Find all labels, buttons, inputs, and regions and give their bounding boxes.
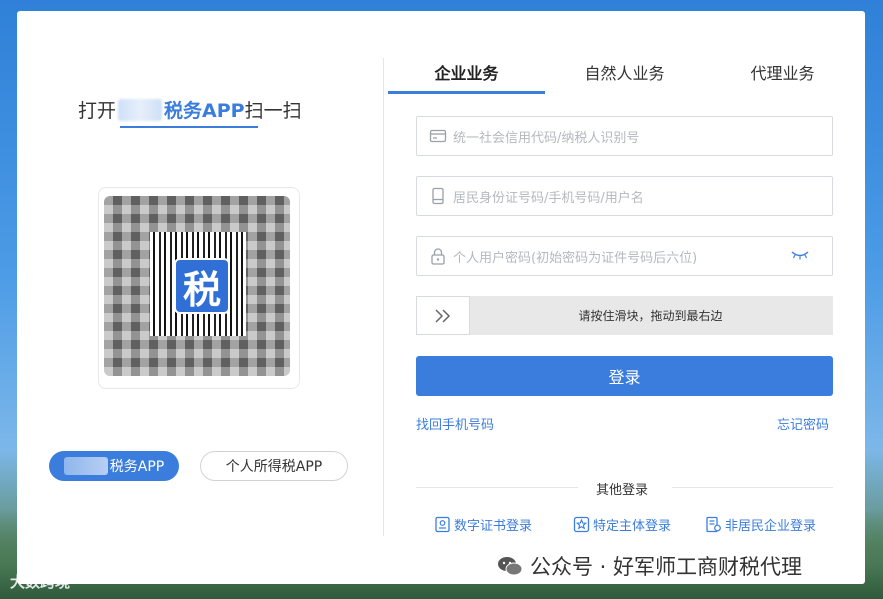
double-chevron-right-icon xyxy=(435,308,451,323)
personal-tax-app-label: 个人所得税APP xyxy=(225,459,323,475)
forgot-password-link[interactable]: 忘记密码 xyxy=(777,414,829,433)
wechat-icon xyxy=(498,557,523,576)
scan-brand: 税务APP xyxy=(164,100,245,122)
scan-prefix: 打开 xyxy=(78,100,117,122)
digital-certificate-label: 数字证书登录 xyxy=(454,519,533,534)
tax-logo-icon: 税 xyxy=(174,258,230,314)
non-resident-enterprise-login[interactable]: 非居民企业登录 xyxy=(705,515,816,534)
eye-closed-icon[interactable] xyxy=(790,249,810,261)
slider-hint: 请按住滑块，拖动到最右边 xyxy=(578,309,723,323)
star-badge-icon xyxy=(573,516,590,533)
corner-watermark: 大数跨境 xyxy=(10,573,71,591)
tab-agent[interactable]: 代理业务 xyxy=(704,60,861,88)
credit-code-input[interactable]: 统一社会信用代码/纳税人识别号 xyxy=(416,116,833,156)
other-login-divider-left xyxy=(416,487,578,488)
card-icon xyxy=(429,129,447,143)
other-login-divider-right xyxy=(672,487,833,488)
digital-certificate-login[interactable]: 数字证书登录 xyxy=(434,515,532,534)
scan-suffix: 扫一扫 xyxy=(244,100,302,122)
login-button[interactable]: 登录 xyxy=(416,356,833,396)
recover-phone-link[interactable]: 找回手机号码 xyxy=(416,414,494,433)
password-placeholder: 个人用户密码(初始密码为证件号码后六位) xyxy=(453,251,698,266)
user-id-placeholder: 居民身份证号码/手机号码/用户名 xyxy=(453,191,644,206)
enterprise-doc-icon xyxy=(706,516,721,533)
tax-app-button[interactable]: 税务APP xyxy=(49,451,179,481)
qr-code: 税 xyxy=(104,196,290,376)
phone-icon xyxy=(432,187,444,205)
specific-entity-login[interactable]: 特定主体登录 xyxy=(573,515,671,534)
other-login-title: 其他登录 xyxy=(596,483,649,498)
credit-code-placeholder: 统一社会信用代码/纳税人识别号 xyxy=(453,131,640,146)
tax-app-label: 税务APP xyxy=(109,459,165,475)
specific-entity-label: 特定主体登录 xyxy=(593,519,672,534)
redacted-province-badge xyxy=(63,457,108,475)
non-resident-enterprise-label: 非居民企业登录 xyxy=(725,519,817,534)
watermark-text: 公众号 · 好军师工商财税代理 xyxy=(530,555,803,579)
wechat-watermark: 公众号 · 好军师工商财税代理 xyxy=(496,551,802,581)
personal-income-tax-app-button[interactable]: 个人所得税APP xyxy=(200,451,348,481)
slider-captcha[interactable]: 请按住滑块，拖动到最右边 xyxy=(416,296,833,335)
user-id-input[interactable]: 居民身份证号码/手机号码/用户名 xyxy=(416,176,833,216)
panel-divider xyxy=(383,58,384,536)
tab-natural-person[interactable]: 自然人业务 xyxy=(546,60,703,88)
lock-icon xyxy=(431,248,445,265)
certificate-icon xyxy=(435,516,450,533)
redacted-province xyxy=(118,99,163,121)
scan-underline xyxy=(120,126,258,128)
scan-instruction: 打开 税务APP扫一扫 xyxy=(78,96,302,123)
tab-enterprise[interactable]: 企业业务 xyxy=(388,60,545,88)
password-input[interactable]: 个人用户密码(初始密码为证件号码后六位) xyxy=(416,236,833,276)
slider-handle[interactable] xyxy=(416,296,470,335)
active-tab-indicator xyxy=(388,91,545,94)
